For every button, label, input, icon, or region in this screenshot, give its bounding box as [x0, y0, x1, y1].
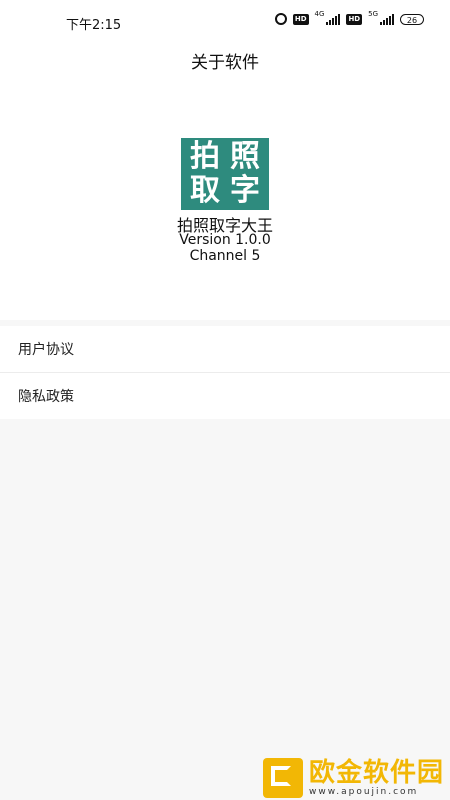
menu-list: 用户协议 隐私政策 — [0, 326, 450, 419]
header: 关于软件 — [0, 44, 450, 76]
watermark: 欧金软件园 www.apoujin.com — [262, 758, 444, 798]
status-icons: HD 4G HD 5G 26 — [274, 10, 424, 25]
signal-icon — [326, 13, 341, 25]
logo-char: 字 — [230, 173, 260, 208]
hd-icon-2: HD — [346, 13, 363, 25]
about-screen: 下午2:15 HD 4G HD 5G 26 关于软件 拍 照 取 字 拍照取字大… — [0, 0, 450, 800]
hd-icon: HD — [292, 13, 309, 25]
status-bar: 下午2:15 HD 4G HD 5G 26 — [0, 0, 450, 44]
watermark-title: 欧金软件园 — [308, 757, 444, 788]
app-info-section: 拍 照 取 字 拍照取字大王 Version 1.0.0 Channel 5 — [0, 76, 450, 320]
status-time: 下午2:15 — [66, 18, 122, 33]
signal-icon-2 — [380, 13, 394, 25]
watermark-logo-icon — [262, 758, 303, 798]
logo-char: 取 — [190, 173, 220, 208]
privacy-policy-item[interactable]: 隐私政策 — [0, 373, 450, 419]
app-version: Version 1.0.0 — [179, 232, 271, 248]
logo-char: 照 — [230, 139, 260, 174]
alarm-icon — [274, 13, 287, 25]
battery-icon: 26 — [400, 13, 424, 25]
app-logo: 拍 照 取 字 — [181, 138, 269, 210]
network-type-label: 4G — [314, 10, 325, 18]
watermark-url: www.apoujin.com — [308, 786, 419, 797]
page-title: 关于软件 — [191, 53, 259, 73]
user-agreement-item[interactable]: 用户协议 — [0, 326, 450, 372]
network-type-label-2: 5G — [368, 10, 378, 18]
logo-char: 拍 — [190, 139, 220, 174]
app-channel: Channel 5 — [189, 248, 261, 264]
watermark-text: 欧金软件园 www.apoujin.com — [309, 760, 444, 797]
